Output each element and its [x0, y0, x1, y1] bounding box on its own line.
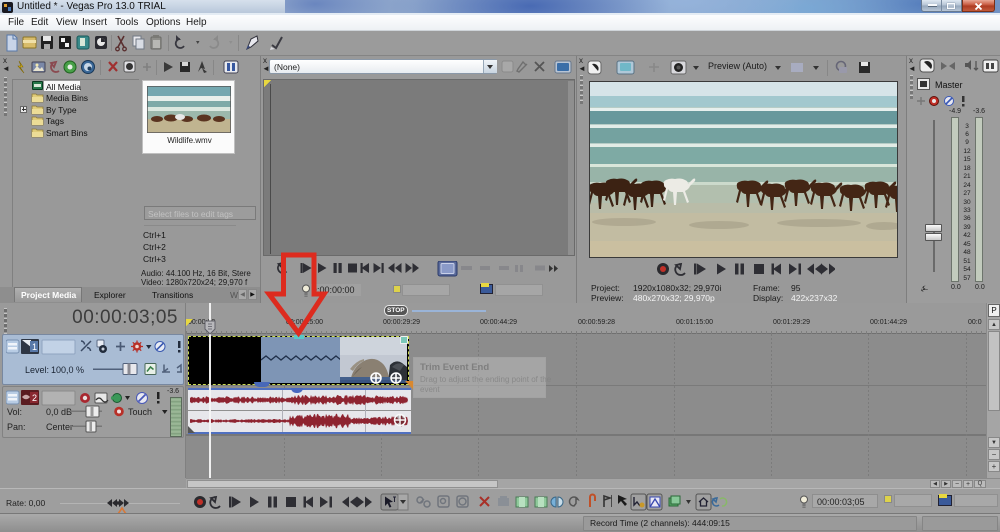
svg-text:2: 2	[32, 393, 37, 403]
svg-text:Level:: Level:	[25, 365, 49, 375]
svg-text:0,0 dB: 0,0 dB	[46, 407, 72, 417]
svg-text:Center: Center	[46, 422, 73, 432]
svg-text:1: 1	[32, 342, 37, 352]
svg-text:Vol:: Vol:	[7, 407, 22, 417]
svg-text:Touch: Touch	[128, 407, 152, 417]
svg-text:Pan:: Pan:	[7, 422, 26, 432]
svg-text:100,0 %: 100,0 %	[51, 365, 84, 375]
